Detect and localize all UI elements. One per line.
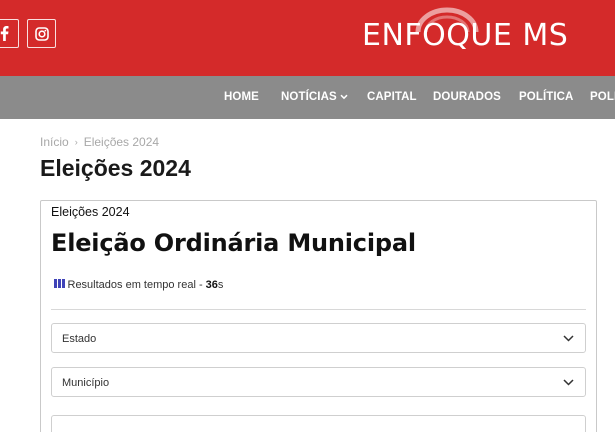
chevron-down-icon	[563, 379, 574, 386]
estado-select-label: Estado	[62, 333, 97, 345]
live-bars-icon	[54, 279, 65, 288]
municipio-select[interactable]: Município	[51, 367, 586, 397]
widget-eyebrow: Eleições 2024	[51, 205, 130, 219]
live-results-text: Resultados em tempo real - 36s	[68, 279, 224, 291]
breadcrumb-home-link[interactable]: Início	[40, 135, 69, 149]
facebook-link[interactable]	[0, 19, 19, 48]
breadcrumb-separator: ›	[74, 137, 78, 147]
widget-divider	[51, 309, 586, 310]
nav-item-capital[interactable]: CAPITAL	[367, 76, 417, 119]
nav-item-noticias[interactable]: NOTÍCIAS	[281, 76, 348, 119]
instagram-icon	[34, 26, 49, 41]
live-countdown-value: 36	[205, 279, 218, 291]
estado-select[interactable]: Estado	[51, 323, 586, 353]
nav-item-home[interactable]: HOME	[224, 76, 259, 119]
top-header-bar: ENFOQUE MS	[0, 0, 615, 76]
instagram-link[interactable]	[27, 19, 56, 48]
chevron-down-icon	[340, 94, 348, 100]
widget-heading: Eleição Ordinária Municipal	[51, 229, 416, 257]
municipio-select-label: Município	[62, 377, 110, 389]
chevron-down-icon	[563, 335, 574, 342]
main-navigation: HOME NOTÍCIAS CAPITAL DOURADOS POLÍTICA …	[0, 76, 615, 119]
nav-item-dourados[interactable]: DOURADOS	[433, 76, 501, 119]
election-results-widget: Eleições 2024 Eleição Ordinária Municipa…	[40, 200, 597, 432]
page-title: Eleições 2024	[40, 155, 191, 181]
results-panel	[51, 415, 586, 432]
live-results-label: Resultados em tempo real -	[67, 279, 206, 291]
breadcrumb-current: Eleições 2024	[83, 135, 160, 149]
nav-item-noticias-label: NOTÍCIAS	[281, 91, 337, 103]
live-countdown-unit: s	[217, 279, 224, 291]
nav-item-politica[interactable]: POLÍTICA	[519, 76, 573, 119]
live-results-indicator: Resultados em tempo real - 36s	[54, 279, 223, 291]
site-logo-text: ENFOQUE MS	[362, 18, 569, 53]
nav-item-poli-truncated[interactable]: POLI	[590, 76, 615, 119]
facebook-icon	[0, 26, 9, 41]
breadcrumb: Início › Eleições 2024	[40, 135, 159, 149]
